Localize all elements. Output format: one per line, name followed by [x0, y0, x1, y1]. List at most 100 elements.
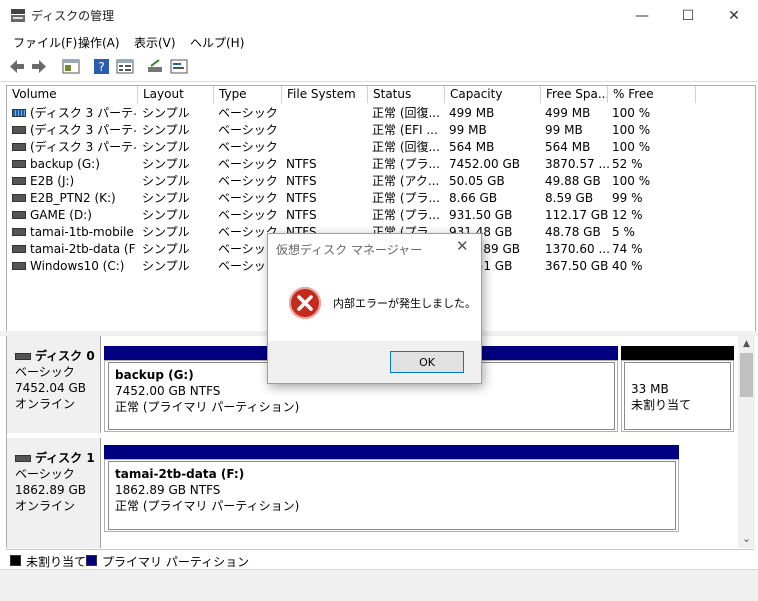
cell-status: 正常 (EFI ...	[372, 123, 438, 137]
partition-unallocated[interactable]: 33 MB 未割り当て	[624, 362, 731, 430]
cell-volume: (ディスク 3 パーティシ...	[12, 105, 136, 122]
status-bar	[0, 569, 758, 601]
cell-layout: シンプル	[142, 208, 190, 222]
legend-primary: プライマリ パーティション	[102, 555, 250, 569]
column-header-file-system[interactable]: File System	[282, 86, 368, 103]
scroll-thumb[interactable]	[740, 353, 753, 397]
properties-icon[interactable]	[116, 58, 134, 75]
legend: 未割り当て プライマリ パーティション	[6, 549, 754, 570]
partition-status: 正常 (プライマリ パーティション)	[115, 499, 300, 513]
disk-1-primary-bar	[104, 445, 679, 459]
maximize-button[interactable]: ☐	[665, 0, 711, 31]
cell-status: 正常 (回復...	[372, 140, 440, 154]
cell-free-space: 499 MB	[545, 106, 591, 120]
cell-volume: GAME (D:)	[12, 207, 136, 224]
volume-name: (ディスク 3 パーティシ...	[30, 140, 136, 154]
cell-capacity: 931.50 GB	[449, 208, 513, 222]
menu-bar: ファイル(F) 操作(A) 表示(V) ヘルプ(H)	[0, 31, 758, 53]
unallocated-swatch	[10, 555, 21, 566]
cell-capacity: 50.05 GB	[449, 174, 505, 188]
column-header-type[interactable]: Type	[214, 86, 282, 103]
cell-volume: (ディスク 3 パーティシ...	[12, 139, 136, 156]
cell-free-space: 99 MB	[545, 123, 583, 137]
disk-0-type: ベーシック	[15, 365, 75, 379]
cell-status: 正常 (プラ...	[372, 157, 440, 171]
column-header-free-space[interactable]: Free Spa...	[541, 86, 608, 103]
rescan-icon[interactable]	[147, 58, 165, 75]
minimize-button[interactable]: —	[619, 0, 665, 31]
cell-free-space: 112.17 GB	[545, 208, 609, 222]
vertical-scrollbar[interactable]: ▲ ⌄	[738, 336, 755, 548]
cell-volume: tamai-1tb-mobile ...	[12, 224, 136, 241]
column-header-status[interactable]: Status	[368, 86, 445, 103]
column-header-percent-free[interactable]: % Free	[608, 86, 696, 103]
table-row[interactable]: (ディスク 3 パーティシ... シンプル ベーシック 正常 (EFI ... 99 M…	[7, 122, 753, 139]
table-row[interactable]: E2B_PTN2 (K:) シンプル ベーシック NTFS 正常 (プラ... 8.66 …	[7, 190, 753, 207]
volume-name: tamai-1tb-mobile ...	[30, 225, 136, 239]
cell-layout: シンプル	[142, 191, 190, 205]
cell-type: ベーシック	[218, 140, 278, 154]
volume-name: E2B_PTN2 (K:)	[30, 191, 116, 205]
cell-percent-free: 40 %	[612, 259, 643, 273]
scroll-up-button[interactable]: ▲	[738, 336, 755, 352]
cell-status: 正常 (プラ...	[372, 208, 440, 222]
column-header-layout[interactable]: Layout	[138, 86, 214, 103]
cell-free-space: 1370.60 ...	[545, 242, 610, 256]
unallocated-label: 未割り当て	[631, 398, 692, 412]
disk-0-label[interactable]: ディスク 0 ベーシック 7452.04 GB オンライン	[7, 336, 101, 433]
menu-file[interactable]: ファイル(F)	[13, 34, 77, 51]
partition-tamai-2tb-data-f[interactable]: tamai-2tb-data (F:) 1862.89 GB NTFS 正常 (…	[108, 461, 676, 530]
volume-name: (ディスク 3 パーティシ...	[30, 123, 136, 137]
toolbar: ?	[0, 53, 758, 82]
disk-management-app-icon	[11, 9, 25, 22]
disk-1-size: 1862.89 GB	[15, 483, 86, 497]
error-dialog: 仮想ディスク マネージャー ✕ 内部エラーが発生しました。 OK	[267, 233, 482, 384]
volume-icon	[12, 125, 26, 134]
volume-name: (ディスク 3 パーティシ...	[30, 106, 136, 120]
column-header-capacity[interactable]: Capacity	[445, 86, 541, 103]
menu-view[interactable]: 表示(V)	[134, 34, 176, 51]
cell-capacity: 99 MB	[449, 123, 487, 137]
settings-icon[interactable]	[170, 58, 188, 75]
disk-1-name: ディスク 1	[35, 451, 95, 465]
table-row[interactable]: (ディスク 3 パーティシ... シンプル ベーシック 正常 (回復... 499 MB…	[7, 105, 753, 122]
table-row[interactable]: GAME (D:) シンプル ベーシック NTFS 正常 (プラ... 931.50 GB…	[7, 207, 753, 224]
table-row[interactable]: E2B (J:) シンプル ベーシック NTFS 正常 (アク... 50.05 GB 49…	[7, 173, 753, 190]
cell-capacity: 8.66 GB	[449, 191, 498, 205]
cell-capacity: 564 MB	[449, 140, 495, 154]
cell-percent-free: 100 %	[612, 106, 651, 120]
table-row[interactable]: backup (G:) シンプル ベーシック NTFS 正常 (プラ... 7452.00…	[7, 156, 753, 173]
disk-list-icon[interactable]	[62, 58, 80, 75]
column-header-volume[interactable]: Volume	[7, 86, 138, 103]
menu-help[interactable]: ヘルプ(H)	[190, 34, 244, 51]
cell-layout: シンプル	[142, 157, 190, 171]
cell-layout: シンプル	[142, 259, 190, 273]
cell-file-system: NTFS	[286, 157, 317, 171]
cell-percent-free: 100 %	[612, 140, 651, 154]
partition-size: 7452.00 GB NTFS	[115, 384, 221, 398]
cell-percent-free: 100 %	[612, 123, 651, 137]
volume-icon	[12, 261, 26, 270]
back-arrow-icon[interactable]	[8, 58, 26, 75]
table-row[interactable]: (ディスク 3 パーティシ... シンプル ベーシック 正常 (回復... 564 MB…	[7, 139, 753, 156]
close-button[interactable]: ✕	[711, 0, 757, 31]
error-icon	[289, 287, 321, 319]
partition-size: 1862.89 GB NTFS	[115, 483, 221, 497]
cell-volume: E2B_PTN2 (K:)	[12, 190, 136, 207]
cell-volume: tamai-2tb-data (F:)	[12, 241, 136, 258]
cell-status: 正常 (回復...	[372, 106, 440, 120]
ok-button[interactable]: OK	[390, 351, 464, 373]
disk-1-state: オンライン	[15, 499, 76, 513]
volume-name: backup (G:)	[30, 157, 100, 171]
primary-swatch	[86, 555, 97, 566]
help-icon[interactable]: ?	[93, 58, 111, 75]
cell-percent-free: 99 %	[612, 191, 643, 205]
menu-action[interactable]: 操作(A)	[78, 34, 120, 51]
forward-arrow-icon[interactable]	[30, 58, 48, 75]
dialog-close-button[interactable]: ✕	[456, 237, 469, 255]
disk-icon	[15, 455, 31, 462]
cell-free-space: 367.50 GB	[545, 259, 609, 273]
scroll-down-button[interactable]: ⌄	[738, 532, 755, 548]
disk-1-label[interactable]: ディスク 1 ベーシック 1862.89 GB オンライン	[7, 438, 101, 548]
volume-name: GAME (D:)	[30, 208, 92, 222]
